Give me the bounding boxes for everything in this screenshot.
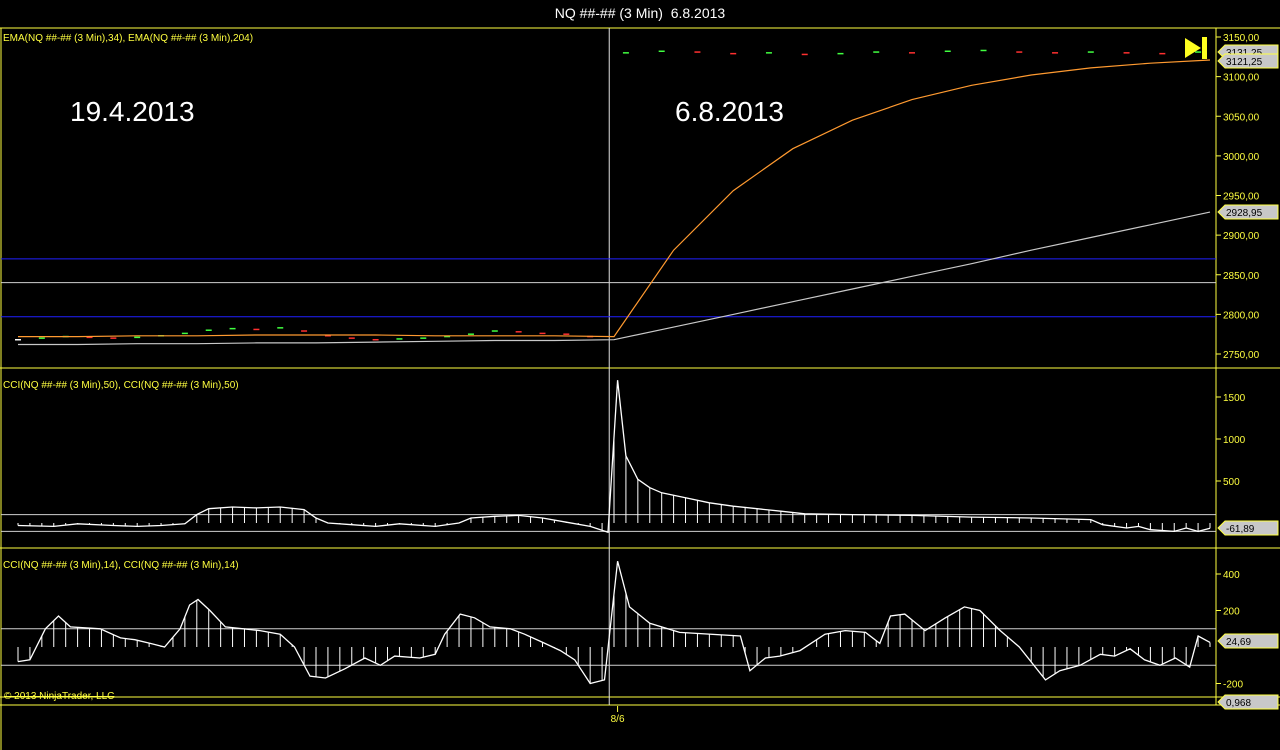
- y-tick-label: 2950,00: [1223, 192, 1260, 203]
- y-tick-label: 2900,00: [1223, 231, 1260, 242]
- y-tick-label: 500: [1223, 477, 1240, 488]
- y-tick-label: 3150,00: [1223, 33, 1260, 44]
- y-tick-label: 400: [1223, 570, 1240, 581]
- y-tick-label: -200: [1223, 680, 1243, 691]
- y-tick-label: 200: [1223, 607, 1240, 618]
- value-label: 2928,95: [1226, 208, 1263, 219]
- price-panel-legend: EMA(NQ ##-## (3 Min),34), EMA(NQ ##-## (…: [3, 33, 254, 44]
- cci14-panel-legend: CCI(NQ ##-## (3 Min),14), CCI(NQ ##-## (…: [3, 560, 239, 571]
- y-tick-label: 2850,00: [1223, 271, 1260, 282]
- ema34-line: [18, 59, 1211, 338]
- annotation-left-date: 19.4.2013: [70, 96, 195, 127]
- play-to-end-icon: [1185, 37, 1207, 59]
- y-tick-label: 1500: [1223, 393, 1246, 404]
- y-tick-label: 3000,00: [1223, 152, 1260, 163]
- annotation-right-date: 6.8.2013: [675, 96, 784, 127]
- y-tick-label: 2800,00: [1223, 310, 1260, 321]
- value-label: 3121,25: [1226, 57, 1263, 68]
- y-tick-label: 3100,00: [1223, 73, 1260, 84]
- y-tick-label: 2750,00: [1223, 350, 1260, 361]
- x-tick-label: 8/6: [611, 714, 625, 725]
- value-label: 24,69: [1226, 637, 1251, 648]
- cci50-panel-legend: CCI(NQ ##-## (3 Min),50), CCI(NQ ##-## (…: [3, 380, 239, 391]
- scroll-to-end-button[interactable]: [1183, 36, 1209, 60]
- y-tick-label: 1000: [1223, 435, 1246, 446]
- ema204-line: [18, 211, 1211, 346]
- y-tick-label: 3050,00: [1223, 112, 1260, 123]
- copyright: © 2013 NinjaTrader, LLC: [4, 691, 115, 702]
- value-label: -61,89: [1226, 524, 1255, 535]
- value-label: 0,968: [1226, 698, 1251, 709]
